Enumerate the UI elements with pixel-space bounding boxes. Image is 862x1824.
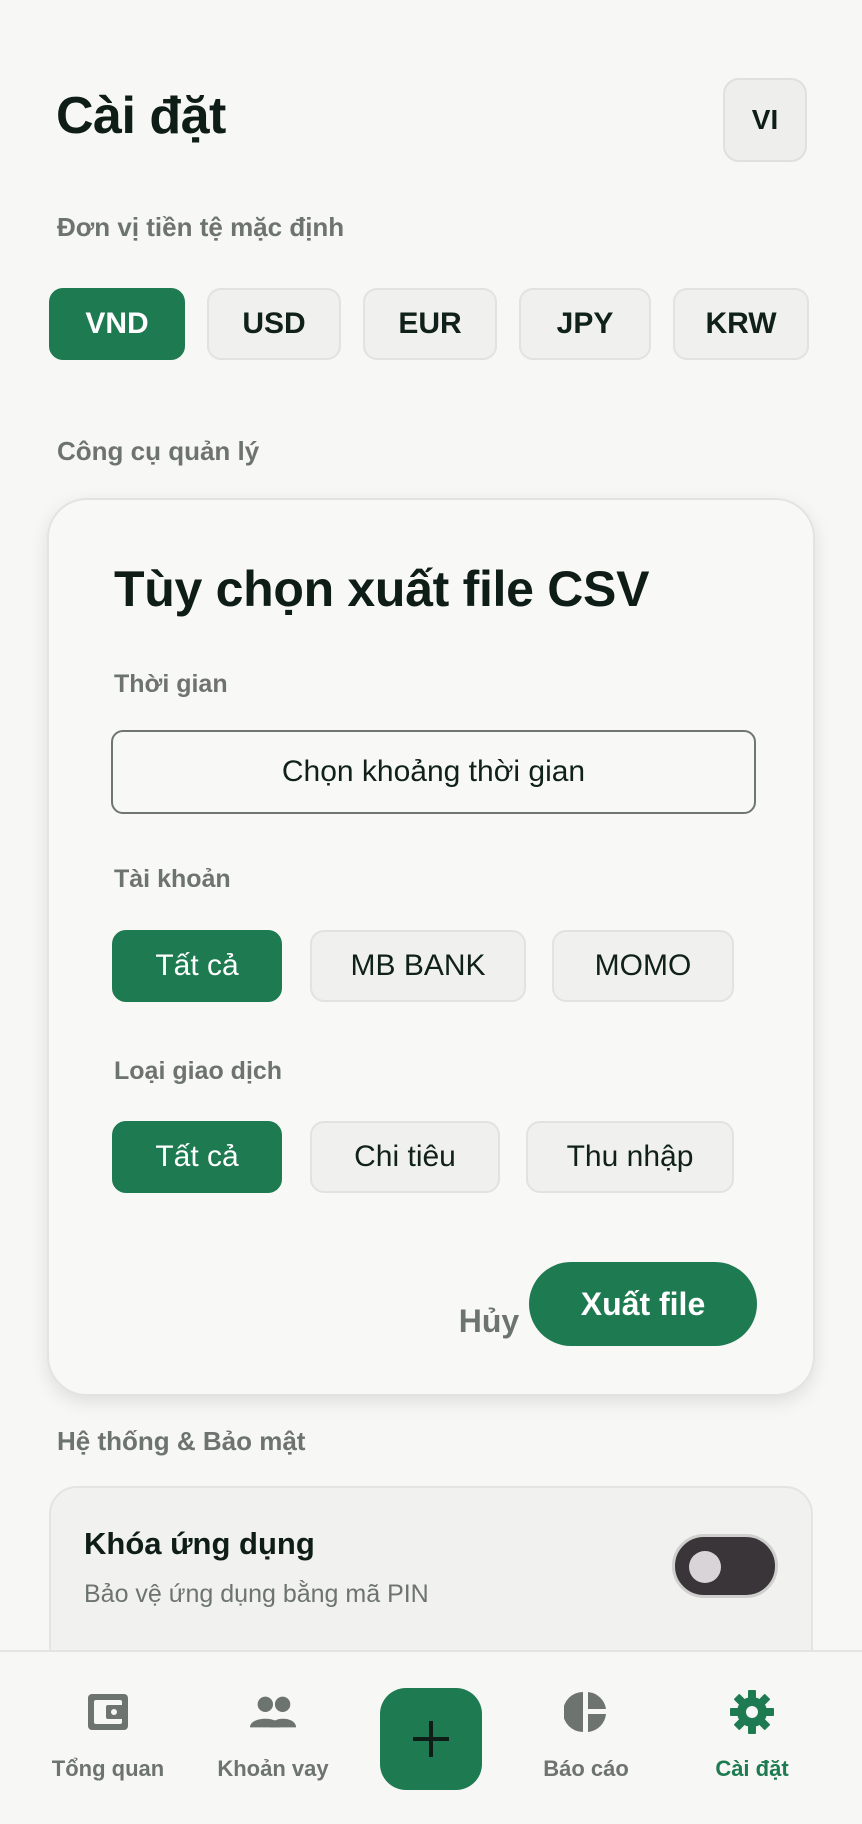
currency-options: VND USD EUR JPY KRW: [49, 288, 809, 360]
nav-item-settings[interactable]: Cài đặt: [677, 1688, 827, 1782]
nav-label-reports: Báo cáo: [543, 1756, 629, 1781]
app-lock-title: Khóa ứng dụng: [84, 1526, 315, 1561]
account-option-mb-bank[interactable]: MB BANK: [310, 930, 526, 1002]
people-icon: [249, 1688, 297, 1736]
transaction-type-label: Loại giao dịch: [114, 1057, 283, 1085]
app-lock-subtitle: Bảo vệ ứng dụng bằng mã PIN: [84, 1580, 429, 1608]
date-range-button[interactable]: Chọn khoảng thời gian: [111, 730, 756, 814]
app-lock-toggle[interactable]: [672, 1534, 778, 1598]
gear-icon: [728, 1688, 776, 1736]
currency-chip-jpy[interactable]: JPY: [519, 288, 651, 360]
page-title: Cài đặt: [56, 87, 226, 145]
nav-item-loans[interactable]: Khoản vay: [198, 1688, 348, 1782]
type-option-income[interactable]: Thu nhập: [526, 1121, 734, 1193]
time-label: Thời gian: [114, 670, 228, 698]
nav-item-reports[interactable]: Báo cáo: [511, 1688, 661, 1782]
export-csv-dialog: Tùy chọn xuất file CSV Thời gian Chọn kh…: [47, 498, 815, 1396]
currency-chip-eur[interactable]: EUR: [363, 288, 497, 360]
currency-chip-krw[interactable]: KRW: [673, 288, 809, 360]
plus-icon: [413, 1721, 449, 1757]
account-label: Tài khoản: [114, 865, 231, 893]
nav-label-loans: Khoản vay: [217, 1756, 329, 1781]
pie-chart-icon: [562, 1688, 610, 1736]
nav-label-settings: Cài đặt: [715, 1756, 789, 1781]
dialog-title: Tùy chọn xuất file CSV: [114, 561, 650, 617]
currency-section-label: Đơn vị tiền tệ mặc định: [57, 212, 345, 242]
system-section-label: Hệ thống & Bảo mật: [57, 1426, 306, 1456]
account-option-all[interactable]: Tất cả: [112, 930, 282, 1002]
account-option-momo[interactable]: MOMO: [552, 930, 734, 1002]
currency-chip-vnd[interactable]: VND: [49, 288, 185, 360]
wallet-icon: [84, 1688, 132, 1736]
toggle-knob: [689, 1551, 721, 1583]
nav-item-overview[interactable]: Tổng quan: [33, 1688, 183, 1782]
type-option-expense[interactable]: Chi tiêu: [310, 1121, 500, 1193]
add-transaction-button[interactable]: [380, 1688, 482, 1790]
nav-label-overview: Tổng quan: [51, 1756, 165, 1781]
type-option-all[interactable]: Tất cả: [112, 1121, 282, 1193]
bottom-navigation: Tổng quan Khoản vay Báo cáo Cài đặt: [0, 1650, 862, 1824]
language-button[interactable]: VI: [723, 78, 807, 162]
currency-chip-usd[interactable]: USD: [207, 288, 341, 360]
export-file-button[interactable]: Xuất file: [529, 1262, 757, 1346]
tools-section-label: Công cụ quản lý: [57, 436, 260, 466]
